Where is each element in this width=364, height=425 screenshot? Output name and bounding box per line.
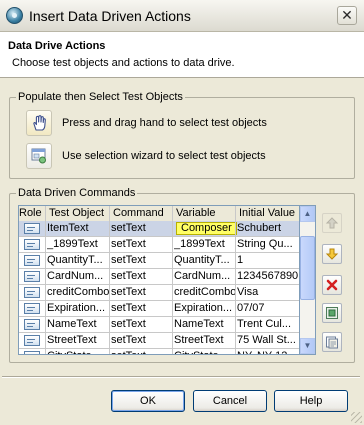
selection-wizard-label: Use selection wizard to select test obje…: [62, 150, 266, 162]
command-cell: setText: [111, 270, 146, 282]
initial-value-cell[interactable]: 1234567890: [237, 270, 299, 282]
initial-value-cell[interactable]: Schubert: [237, 222, 299, 234]
variable-cell[interactable]: CityState...: [174, 350, 236, 354]
initial-value-cell[interactable]: 1: [237, 254, 299, 266]
column-header-initial-value[interactable]: Initial Value: [239, 207, 295, 219]
initial-value-cell[interactable]: 75 Wall St...: [237, 334, 299, 346]
test-object-cell: creditCombo: [47, 286, 110, 298]
title-bar: Insert Data Driven Actions ✕: [0, 0, 364, 32]
scroll-up-arrow-icon[interactable]: ▲: [300, 206, 315, 222]
table-row[interactable]: _1899Text setText _1899Text String Qu...: [19, 237, 299, 253]
variable-cell[interactable]: creditCombo: [174, 286, 236, 298]
command-cell: setText: [111, 334, 146, 346]
text-field-icon: [24, 239, 40, 250]
text-field-icon: [24, 255, 40, 266]
command-cell: setText: [111, 238, 146, 250]
command-cell: setText: [111, 302, 146, 314]
app-icon: [6, 7, 23, 24]
variable-cell[interactable]: Composer: [181, 222, 243, 234]
scroll-down-arrow-icon[interactable]: ▼: [300, 338, 315, 354]
command-cell: setText: [111, 286, 146, 298]
variable-cell[interactable]: Expiration...: [174, 302, 236, 314]
test-object-cell: NameText: [47, 318, 97, 330]
column-header-variable[interactable]: Variable: [176, 207, 216, 219]
table-row[interactable]: CardNum... setText CardNum... 1234567890: [19, 269, 299, 285]
initial-value-cell[interactable]: String Qu...: [237, 238, 299, 250]
window-title: Insert Data Driven Actions: [29, 8, 191, 24]
text-field-icon: [24, 271, 40, 282]
table-row[interactable]: CityState...setTextCityState...NY, NY 12…: [19, 349, 299, 354]
move-down-icon: [325, 248, 339, 260]
delete-button[interactable]: [322, 275, 342, 295]
table-row[interactable]: QuantityT... setText QuantityT... 1: [19, 253, 299, 269]
delete-icon: [326, 279, 338, 291]
initial-value-cell[interactable]: NY, NY 12...: [237, 350, 299, 354]
populate-legend: Populate then Select Test Objects: [16, 91, 185, 103]
test-object-cell: CardNum...: [47, 270, 104, 282]
properties-icon: [326, 336, 338, 349]
scrollbar-thumb[interactable]: [300, 236, 315, 300]
variable-cell[interactable]: _1899Text: [174, 238, 236, 250]
table-row[interactable]: StreetText setText StreetText 75 Wall St...: [19, 333, 299, 349]
text-field-icon: [24, 319, 40, 330]
table-row[interactable]: creditCombo setText creditCombo Visa: [19, 285, 299, 301]
table-vertical-scrollbar[interactable]: ▲ ▼: [300, 205, 316, 355]
resize-grip-icon[interactable]: [351, 412, 362, 423]
hand-icon: [33, 115, 46, 131]
selection-wizard-button[interactable]: [26, 143, 52, 169]
header-subtitle: Choose test objects and actions to data …: [12, 57, 235, 69]
variable-cell[interactable]: NameText: [174, 318, 236, 330]
header-title: Data Drive Actions: [8, 40, 106, 52]
initial-value-cell[interactable]: Trent Cul...: [237, 318, 299, 330]
table-row[interactable]: NameText setText NameText Trent Cul...: [19, 317, 299, 333]
move-down-button[interactable]: [322, 244, 342, 264]
properties-button[interactable]: [322, 332, 342, 352]
move-up-button[interactable]: [322, 213, 342, 233]
table-row[interactable]: Expiration... setText Expiration... 07/07: [19, 301, 299, 317]
wizard-icon: [31, 148, 46, 164]
command-cell: setText: [111, 254, 146, 266]
command-cell: setText: [111, 318, 146, 330]
drag-hand-button[interactable]: [26, 110, 52, 136]
ok-button[interactable]: OK: [111, 390, 185, 412]
text-field-icon: [24, 303, 40, 314]
variable-cell[interactable]: QuantityT...: [174, 254, 236, 266]
select-object-icon: [326, 307, 338, 319]
initial-value-cell[interactable]: Visa: [237, 286, 299, 298]
close-button[interactable]: ✕: [337, 6, 357, 25]
table-row[interactable]: ItemText setText Composer Schubert: [19, 221, 299, 237]
text-field-icon: [24, 335, 40, 346]
populate-group: Populate then Select Test Objects: [9, 91, 355, 179]
select-object-button[interactable]: [322, 303, 342, 323]
text-field-icon: [24, 351, 40, 354]
move-up-icon: [325, 217, 339, 229]
test-object-cell: ItemText: [47, 222, 89, 234]
drag-hand-label: Press and drag hand to select test objec…: [62, 117, 267, 129]
column-header-role[interactable]: Role: [19, 207, 42, 219]
commands-table[interactable]: Role Test Object Command Variable Initia…: [18, 205, 300, 355]
cancel-button[interactable]: Cancel: [193, 390, 267, 412]
test-object-cell: CityState...: [47, 350, 110, 354]
initial-value-cell[interactable]: 07/07: [237, 302, 299, 314]
command-cell: setText: [111, 350, 173, 354]
dialog-header: Data Drive Actions Choose test objects a…: [0, 32, 364, 78]
column-header-test-object[interactable]: Test Object: [49, 207, 104, 219]
command-cell: setText: [111, 222, 146, 234]
test-object-cell: QuantityT...: [47, 254, 103, 266]
variable-cell[interactable]: StreetText: [174, 334, 236, 346]
text-field-icon: [24, 223, 40, 234]
footer-separator: [2, 376, 360, 378]
column-header-command[interactable]: Command: [113, 207, 164, 219]
commands-legend: Data Driven Commands: [16, 187, 138, 199]
variable-cell[interactable]: CardNum...: [174, 270, 236, 282]
test-object-cell: Expiration...: [47, 302, 106, 314]
test-object-cell: StreetText: [47, 334, 97, 346]
table-header: Role Test Object Command Variable Initia…: [19, 206, 299, 221]
test-object-cell: _1899Text: [47, 238, 98, 250]
combo-box-icon: [24, 287, 40, 298]
help-button[interactable]: Help: [274, 390, 348, 412]
